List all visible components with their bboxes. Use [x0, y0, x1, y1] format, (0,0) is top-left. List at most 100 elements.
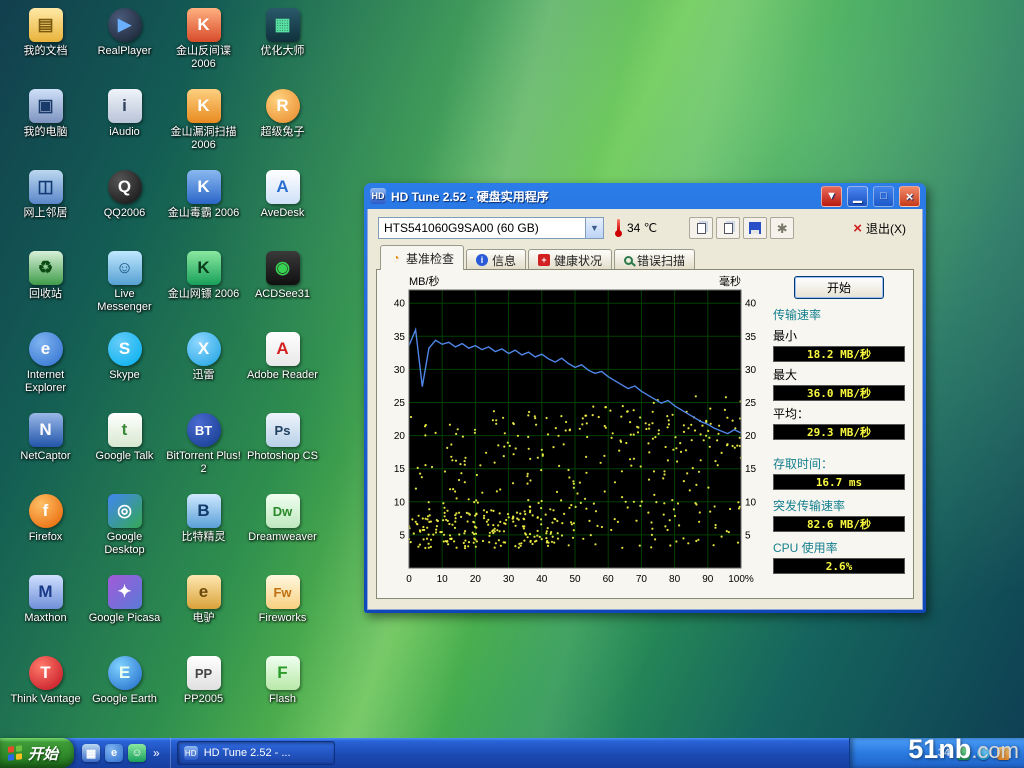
copy-image-button[interactable]: [689, 217, 713, 239]
benchmark-pane: 5510101515202025253030353540400102030405…: [376, 269, 914, 599]
access-time-label: 存取时间：: [773, 455, 905, 472]
desktop-icon-label: Dreamweaver: [248, 531, 316, 544]
tab-error-scan-label: 错误扫描: [637, 252, 685, 269]
tab-error-scan[interactable]: 错误扫描: [614, 249, 695, 270]
iaudio-icon: i: [108, 89, 142, 123]
desktop-icon-bittorrent-plus[interactable]: BTBitTorrent Plus! 2: [164, 409, 243, 490]
desktop-icon-label: 我的文档: [24, 45, 68, 58]
desktop-icon-kingsoft-duba[interactable]: K金山毒霸 2006: [164, 166, 243, 247]
desktop-icon-google-talk[interactable]: tGoogle Talk: [85, 409, 164, 490]
quick-launch-chevron-icon[interactable]: »: [151, 746, 162, 760]
show-desktop-icon[interactable]: ▦: [82, 744, 100, 762]
quick-launch: ▦ e ☺ »: [74, 738, 171, 768]
desktop-icon-my-documents[interactable]: ▤我的文档: [6, 4, 85, 85]
acdsee31-icon: ◉: [266, 251, 300, 285]
window-title: HD Tune 2.52 - 硬盘实用程序: [391, 188, 549, 205]
copy-text-button[interactable]: [716, 217, 740, 239]
chevron-down-icon[interactable]: ▼: [585, 218, 603, 238]
desktop-icon-acdsee31[interactable]: ◉ACDSee31: [243, 247, 322, 328]
task-label: HD Tune 2.52 - ...: [204, 747, 291, 759]
kingsoft-duba-icon: K: [187, 170, 221, 204]
desktop-icon-recycle-bin[interactable]: ♻回收站: [6, 247, 85, 328]
desktop-icon-kingsoft-netguard[interactable]: K金山网镖 2006: [164, 247, 243, 328]
desktop-icon-adobe-reader[interactable]: AAdobe Reader: [243, 328, 322, 409]
messenger-icon[interactable]: ☺: [128, 744, 146, 762]
info-icon: i: [476, 254, 488, 266]
desktop-icon-flash[interactable]: FFlash: [243, 652, 322, 733]
start-label: 开始: [28, 743, 58, 764]
desktop-icon-bitspirit[interactable]: B比特精灵: [164, 490, 243, 571]
desktop-icon-emule[interactable]: e电驴: [164, 571, 243, 652]
desktop-icon-netcaptor[interactable]: N NetCaptor: [6, 409, 85, 490]
options-button[interactable]: ✱: [770, 217, 794, 239]
drive-select[interactable]: HTS541060G9SA00 (60 GB) ▼: [378, 217, 604, 239]
health-icon: +: [538, 254, 550, 266]
flash-icon: F: [266, 656, 300, 690]
tab-health[interactable]: + 健康状况: [528, 249, 612, 270]
desktop-icon-label: PP2005: [184, 693, 223, 706]
desktop-icon-pp2005[interactable]: PP PP2005: [164, 652, 243, 733]
cpu-usage-value: 2.6%: [773, 558, 905, 574]
desktop-icon-google-desktop[interactable]: ◎Google Desktop: [85, 490, 164, 571]
close-button[interactable]: ×: [899, 186, 920, 207]
svg-text:40: 40: [745, 299, 757, 310]
desktop-icon-live-messenger[interactable]: ☺Live Messenger: [85, 247, 164, 328]
desktop-icon-label: NetCaptor: [20, 450, 70, 463]
netcaptor-icon: N: [29, 413, 63, 447]
desktop-icon-think-vantage[interactable]: TThink Vantage: [6, 652, 85, 733]
desktop-icon-kingsoft-antispy[interactable]: K金山反间谍 2006: [164, 4, 243, 85]
desktop-icon-photoshop-cs[interactable]: PsPhotoshop CS: [243, 409, 322, 490]
copy-icon: [697, 223, 706, 234]
desktop-icon-skype[interactable]: SSkype: [85, 328, 164, 409]
desktop-icon-kingsoft-scan[interactable]: K金山漏洞扫描 2006: [164, 85, 243, 166]
desktop-icon-network-places[interactable]: ◫网上邻居: [6, 166, 85, 247]
desktop-icon-label: Photoshop CS: [247, 450, 318, 463]
exit-label: 退出(X): [866, 220, 906, 237]
maxthon-icon: M: [29, 575, 63, 609]
desktop-icon-firefox[interactable]: fFirefox: [6, 490, 85, 571]
taskbar-task-hdtune[interactable]: HD HD Tune 2.52 - ...: [177, 741, 335, 765]
xunlei-icon: X: [187, 332, 221, 366]
save-screenshot-button[interactable]: [743, 217, 767, 239]
titlebar[interactable]: HD HD Tune 2.52 - 硬盘实用程序 ▼ ▁ □ ×: [367, 183, 923, 209]
temperature-indicator: 34 ℃: [614, 219, 657, 237]
desktop-icon-qq2006[interactable]: QQQ2006: [85, 166, 164, 247]
desktop-icon-label: 金山反间谍 2006: [166, 45, 242, 70]
desktop-icon-realplayer[interactable]: ▶RealPlayer: [85, 4, 164, 85]
browser-icon[interactable]: e: [105, 744, 123, 762]
pp2005-icon: PP: [187, 656, 221, 690]
minimize-button[interactable]: ▁: [847, 186, 868, 207]
desktop-icon-label: Fireworks: [259, 612, 307, 625]
desktop-icon-label: Google Earth: [92, 693, 157, 706]
tab-benchmark[interactable]: ◔ 基准检查: [380, 245, 464, 270]
tab-info[interactable]: i 信息: [466, 249, 526, 270]
desktop-icon-google-earth[interactable]: EGoogle Earth: [85, 652, 164, 733]
avg-value: 29.3 MB/秒: [773, 424, 905, 440]
adobe-reader-icon: A: [266, 332, 300, 366]
desktop-icon-youhua-dashi[interactable]: ▦优化大师: [243, 4, 322, 85]
cpu-usage-label: CPU 使用率: [773, 539, 905, 556]
desktop-icon-super-rabbit[interactable]: R超级兔子: [243, 85, 322, 166]
desktop-icon-fireworks[interactable]: FwFireworks: [243, 571, 322, 652]
desktop-icon-my-computer[interactable]: ▣我的电脑: [6, 85, 85, 166]
desktop-icon-label: 迅雷: [193, 369, 215, 382]
desktop-icon-iaudio[interactable]: iiAudio: [85, 85, 164, 166]
start-menu-button[interactable]: 开始: [0, 738, 74, 768]
desktop-icon-label: Maxthon: [24, 612, 66, 625]
burst-rate-value: 82.6 MB/秒: [773, 516, 905, 532]
desktop-icon-maxthon[interactable]: M Maxthon: [6, 571, 85, 652]
burst-rate-label: 突发传输速率: [773, 497, 905, 514]
desktop-icon-xunlei[interactable]: X 迅雷: [164, 328, 243, 409]
desktop-icon-google-picasa[interactable]: ✦Google Picasa: [85, 571, 164, 652]
red-arrow-button[interactable]: ▼: [821, 186, 842, 207]
desktop-icon-label: AveDesk: [261, 207, 305, 220]
start-benchmark-button[interactable]: 开始: [794, 276, 884, 299]
desktop-icon-internet-explorer[interactable]: eInternet Explorer: [6, 328, 85, 409]
maximize-button[interactable]: □: [873, 186, 894, 207]
exit-button[interactable]: × 退出(X): [845, 218, 914, 239]
think-vantage-icon: T: [29, 656, 63, 690]
desktop-icon-label: 我的电脑: [24, 126, 68, 139]
desktop-icon-dreamweaver[interactable]: DwDreamweaver: [243, 490, 322, 571]
desktop-icon-avedesk[interactable]: AAveDesk: [243, 166, 322, 247]
google-picasa-icon: ✦: [108, 575, 142, 609]
